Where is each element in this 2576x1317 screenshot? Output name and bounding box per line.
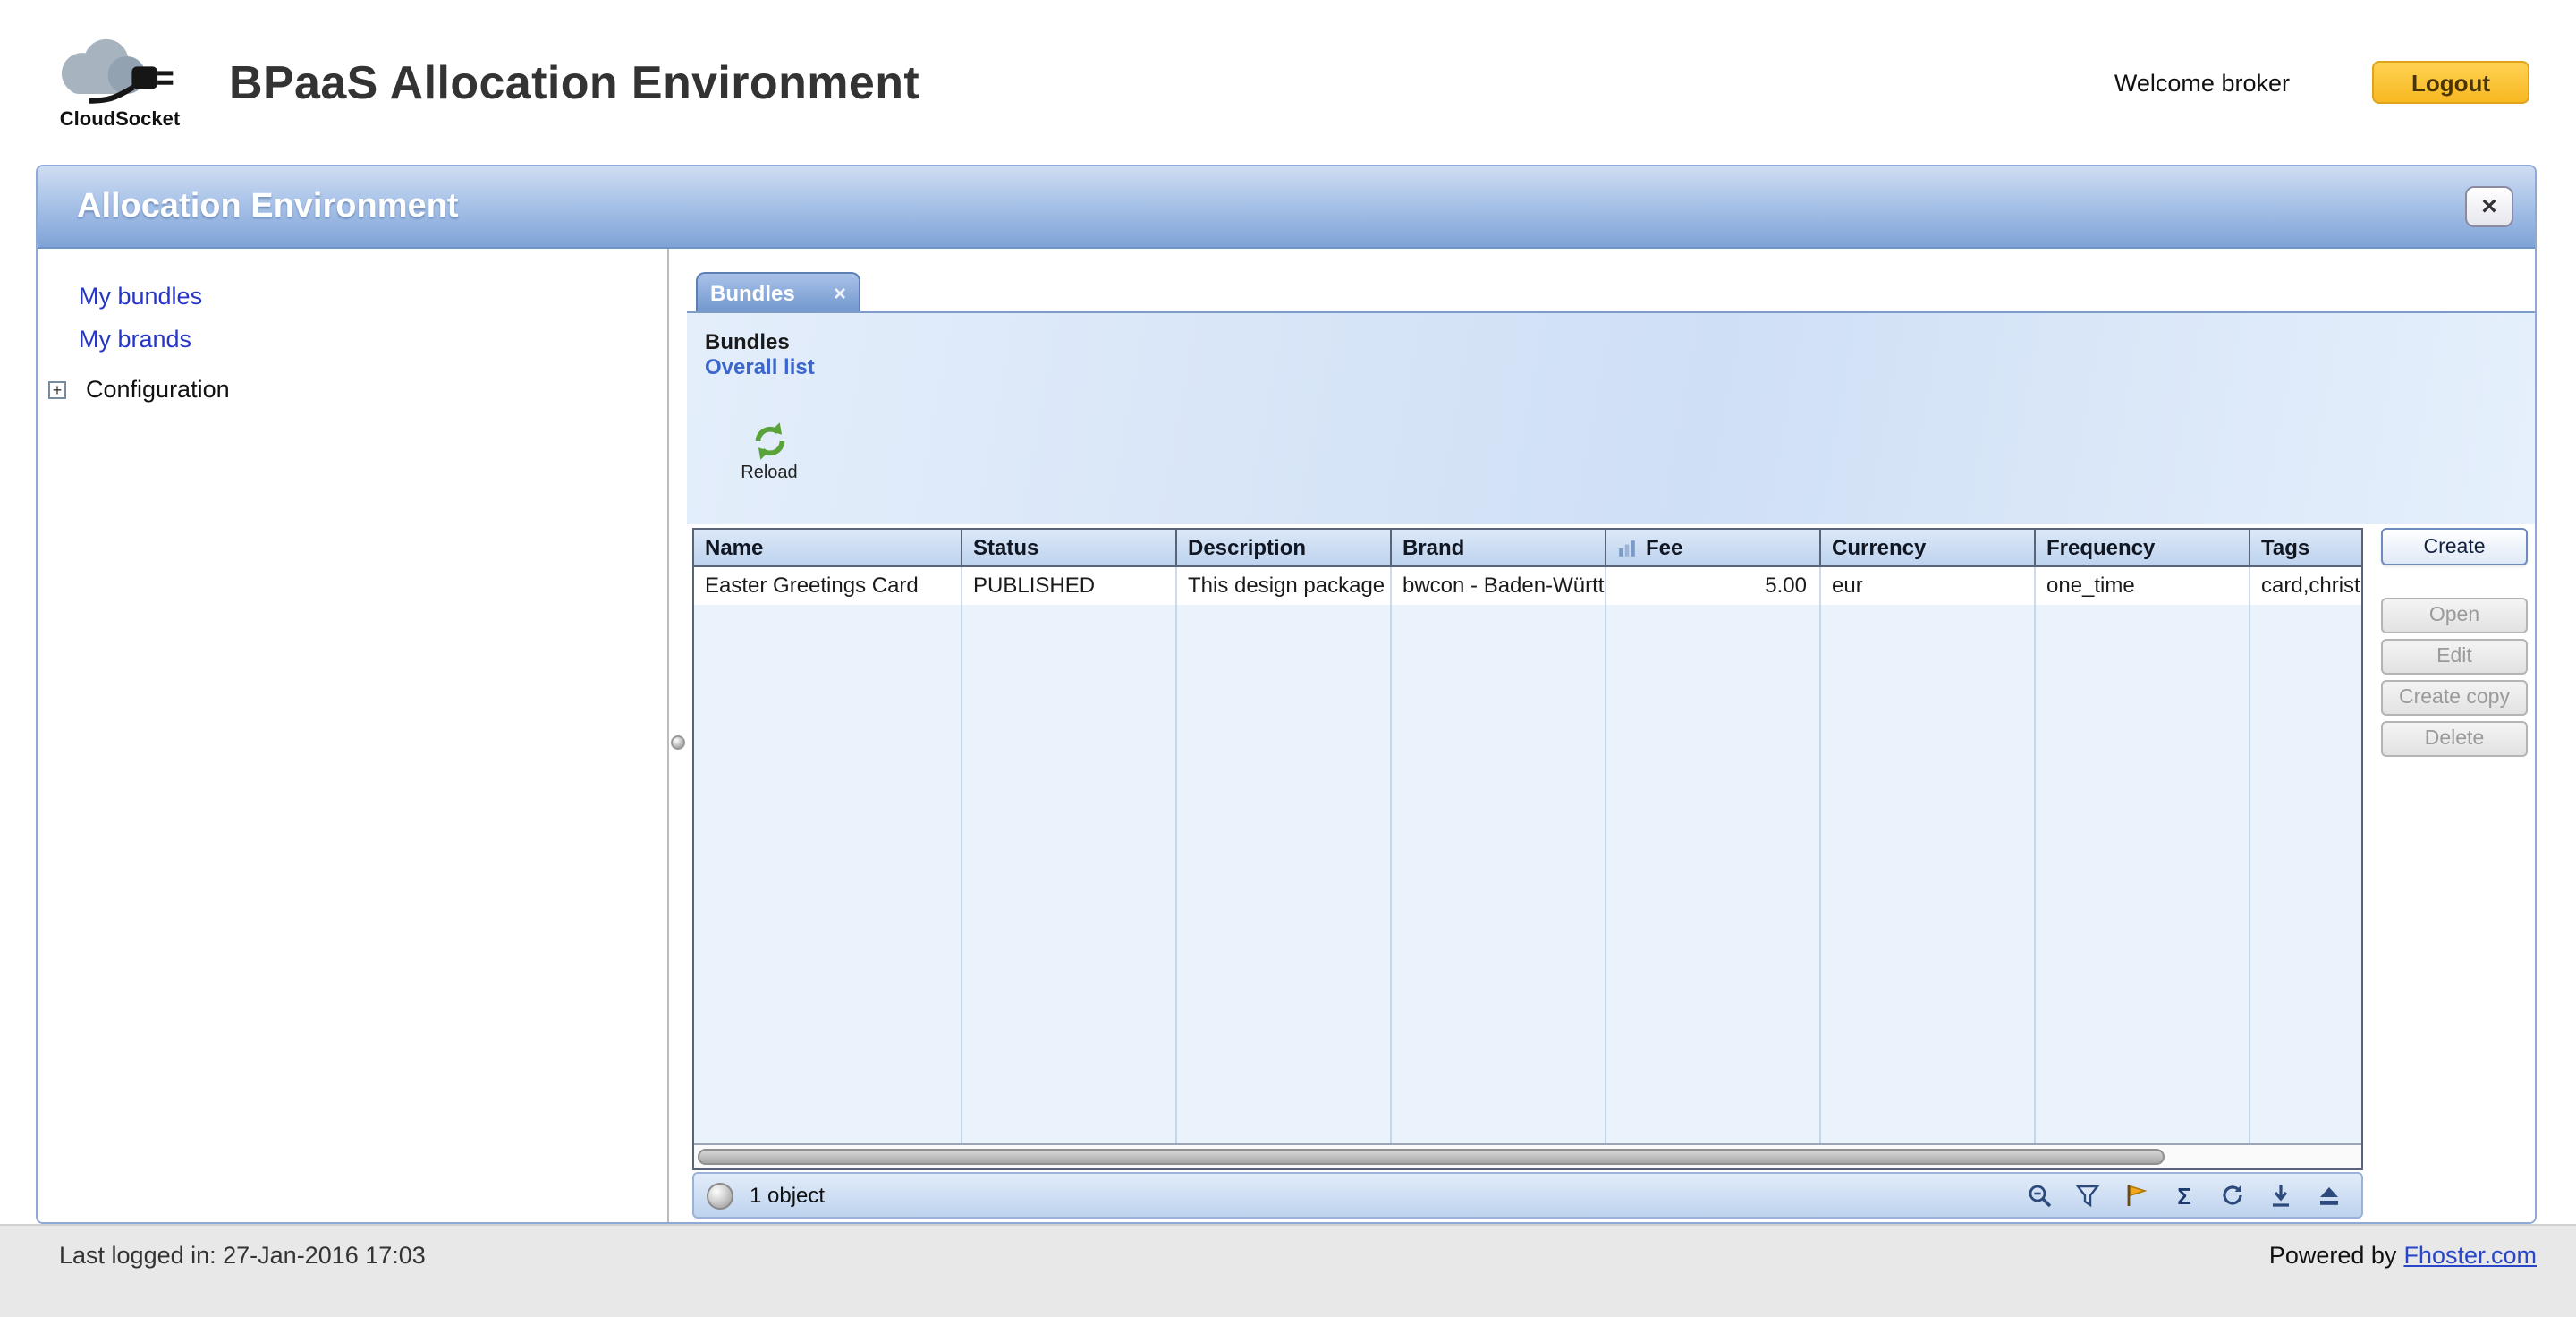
tab-bundles[interactable]: Bundles × [696, 272, 860, 311]
window-body: My bundles My brands + Configuration Bun… [38, 249, 2535, 1224]
cell-brand: bwcon - Baden-Württ [1392, 567, 1606, 605]
welcome-text: Welcome broker [2114, 69, 2290, 96]
column-header-label: Brand [1402, 535, 1464, 560]
column-divider [1819, 567, 1821, 1143]
scrollbar-thumb[interactable] [698, 1149, 2165, 1165]
allocation-environment-window: Allocation Environment × My bundles My b… [36, 165, 2537, 1224]
column-header-label: Fee [1646, 535, 1682, 560]
overall-list-link[interactable]: Overall list [705, 354, 2535, 381]
sum-icon[interactable]: Σ [2170, 1181, 2199, 1210]
configuration-label: Configuration [86, 376, 230, 403]
table-tools: Σ [2025, 1181, 2343, 1210]
logout-button[interactable]: Logout [2372, 61, 2529, 104]
column-header-brand[interactable]: Brand [1392, 530, 1606, 565]
tab-close-icon[interactable]: × [834, 284, 846, 302]
object-count: 1 object [750, 1183, 825, 1208]
flag-icon[interactable] [2122, 1181, 2150, 1210]
column-divider [961, 567, 962, 1143]
content-area: Bundles × Bundles Overall list [687, 249, 2535, 1224]
create-copy-button[interactable]: Create copy [2381, 680, 2528, 716]
cell-tags: card,christ [2250, 567, 2361, 605]
powered-by: Powered byFhoster.com [2269, 1242, 2537, 1269]
action-buttons: Create Open Edit Create copy Delete [2381, 528, 2528, 762]
column-header-fee[interactable]: Fee [1606, 530, 1821, 565]
fhoster-link[interactable]: Fhoster.com [2403, 1242, 2537, 1269]
column-header-description[interactable]: Description [1177, 530, 1392, 565]
tree-expander-icon[interactable]: + [48, 380, 66, 398]
cloudsocket-logo: CloudSocket [36, 35, 204, 130]
horizontal-scrollbar[interactable] [694, 1143, 2361, 1168]
tab-bundles-label: Bundles [710, 280, 795, 305]
reload-button[interactable]: Reload [728, 421, 810, 483]
column-header-name[interactable]: Name [694, 530, 962, 565]
column-header-label: Description [1188, 535, 1306, 560]
window-close-button[interactable]: × [2465, 186, 2513, 227]
cell-currency: eur [1821, 567, 2036, 605]
column-header-label: Frequency [2046, 535, 2155, 560]
column-header-label: Status [973, 535, 1038, 560]
zoom-icon[interactable] [2025, 1181, 2054, 1210]
window-title: Allocation Environment [77, 187, 459, 226]
column-divider [2249, 567, 2250, 1143]
column-header-label: Currency [1832, 535, 1926, 560]
create-button[interactable]: Create [2381, 528, 2528, 565]
column-header-currency[interactable]: Currency [1821, 530, 2036, 565]
sphere-icon [707, 1182, 733, 1209]
status-bar: 1 object [692, 1172, 2363, 1219]
sidebar: My bundles My brands + Configuration [38, 249, 667, 1224]
cell-description: This design package [1177, 567, 1392, 605]
sidebar-item-my-brands[interactable]: My brands [79, 326, 667, 353]
cell-fee: 5.00 [1606, 567, 1821, 605]
close-icon: × [2481, 191, 2497, 222]
filter-icon[interactable] [2073, 1181, 2102, 1210]
sidebar-item-configuration[interactable]: + Configuration [48, 376, 667, 403]
table-header-row: Name Status Description Brand Fee [694, 530, 2361, 567]
column-header-label: Tags [2261, 535, 2309, 560]
logo-caption: CloudSocket [60, 108, 180, 130]
bar-chart-icon [1617, 538, 1637, 557]
window-titlebar: Allocation Environment × [38, 166, 2535, 249]
column-divider [1175, 567, 1177, 1143]
bundles-table: Name Status Description Brand Fee [692, 528, 2363, 1170]
sidebar-item-my-bundles[interactable]: My bundles [79, 283, 667, 310]
edit-button[interactable]: Edit [2381, 639, 2528, 675]
column-header-status[interactable]: Status [962, 530, 1177, 565]
page-header: CloudSocket BPaaS Allocation Environment… [0, 0, 2576, 165]
splitter-handle-icon[interactable] [671, 735, 685, 750]
cell-status: PUBLISHED [962, 567, 1177, 605]
reload-label: Reload [741, 463, 797, 483]
powered-by-text: Powered by [2269, 1242, 2397, 1269]
column-header-label: Name [705, 535, 763, 560]
column-divider [1390, 567, 1392, 1143]
eject-icon[interactable] [2315, 1181, 2343, 1210]
tab-bar: Bundles × [687, 249, 2535, 313]
refresh-icon [749, 421, 790, 462]
table-row[interactable]: Easter Greetings Card PUBLISHED This des… [694, 567, 2361, 605]
column-header-tags[interactable]: Tags [2250, 530, 2361, 565]
sidebar-splitter[interactable] [667, 249, 687, 1224]
bpaas-allocation-environment-app: CloudSocket BPaaS Allocation Environment… [0, 0, 2576, 1317]
cell-frequency: one_time [2036, 567, 2250, 605]
delete-button[interactable]: Delete [2381, 721, 2528, 757]
table-body: Easter Greetings Card PUBLISHED This des… [694, 567, 2361, 1143]
refresh-icon[interactable] [2218, 1181, 2247, 1210]
section-title: Bundles [705, 329, 2535, 354]
column-divider [2034, 567, 2036, 1143]
column-header-frequency[interactable]: Frequency [2036, 530, 2250, 565]
app-title: BPaaS Allocation Environment [229, 55, 919, 110]
last-login-text: Last logged in: 27-Jan-2016 17:03 [59, 1242, 426, 1269]
column-divider [1605, 567, 1606, 1143]
page-footer: Last logged in: 27-Jan-2016 17:03 Powere… [0, 1224, 2576, 1317]
cloud-plug-icon [41, 35, 199, 114]
download-icon[interactable] [2267, 1181, 2295, 1210]
cell-name: Easter Greetings Card [694, 567, 962, 605]
section-header-panel: Bundles Overall list Reload [687, 313, 2535, 524]
open-button[interactable]: Open [2381, 598, 2528, 633]
